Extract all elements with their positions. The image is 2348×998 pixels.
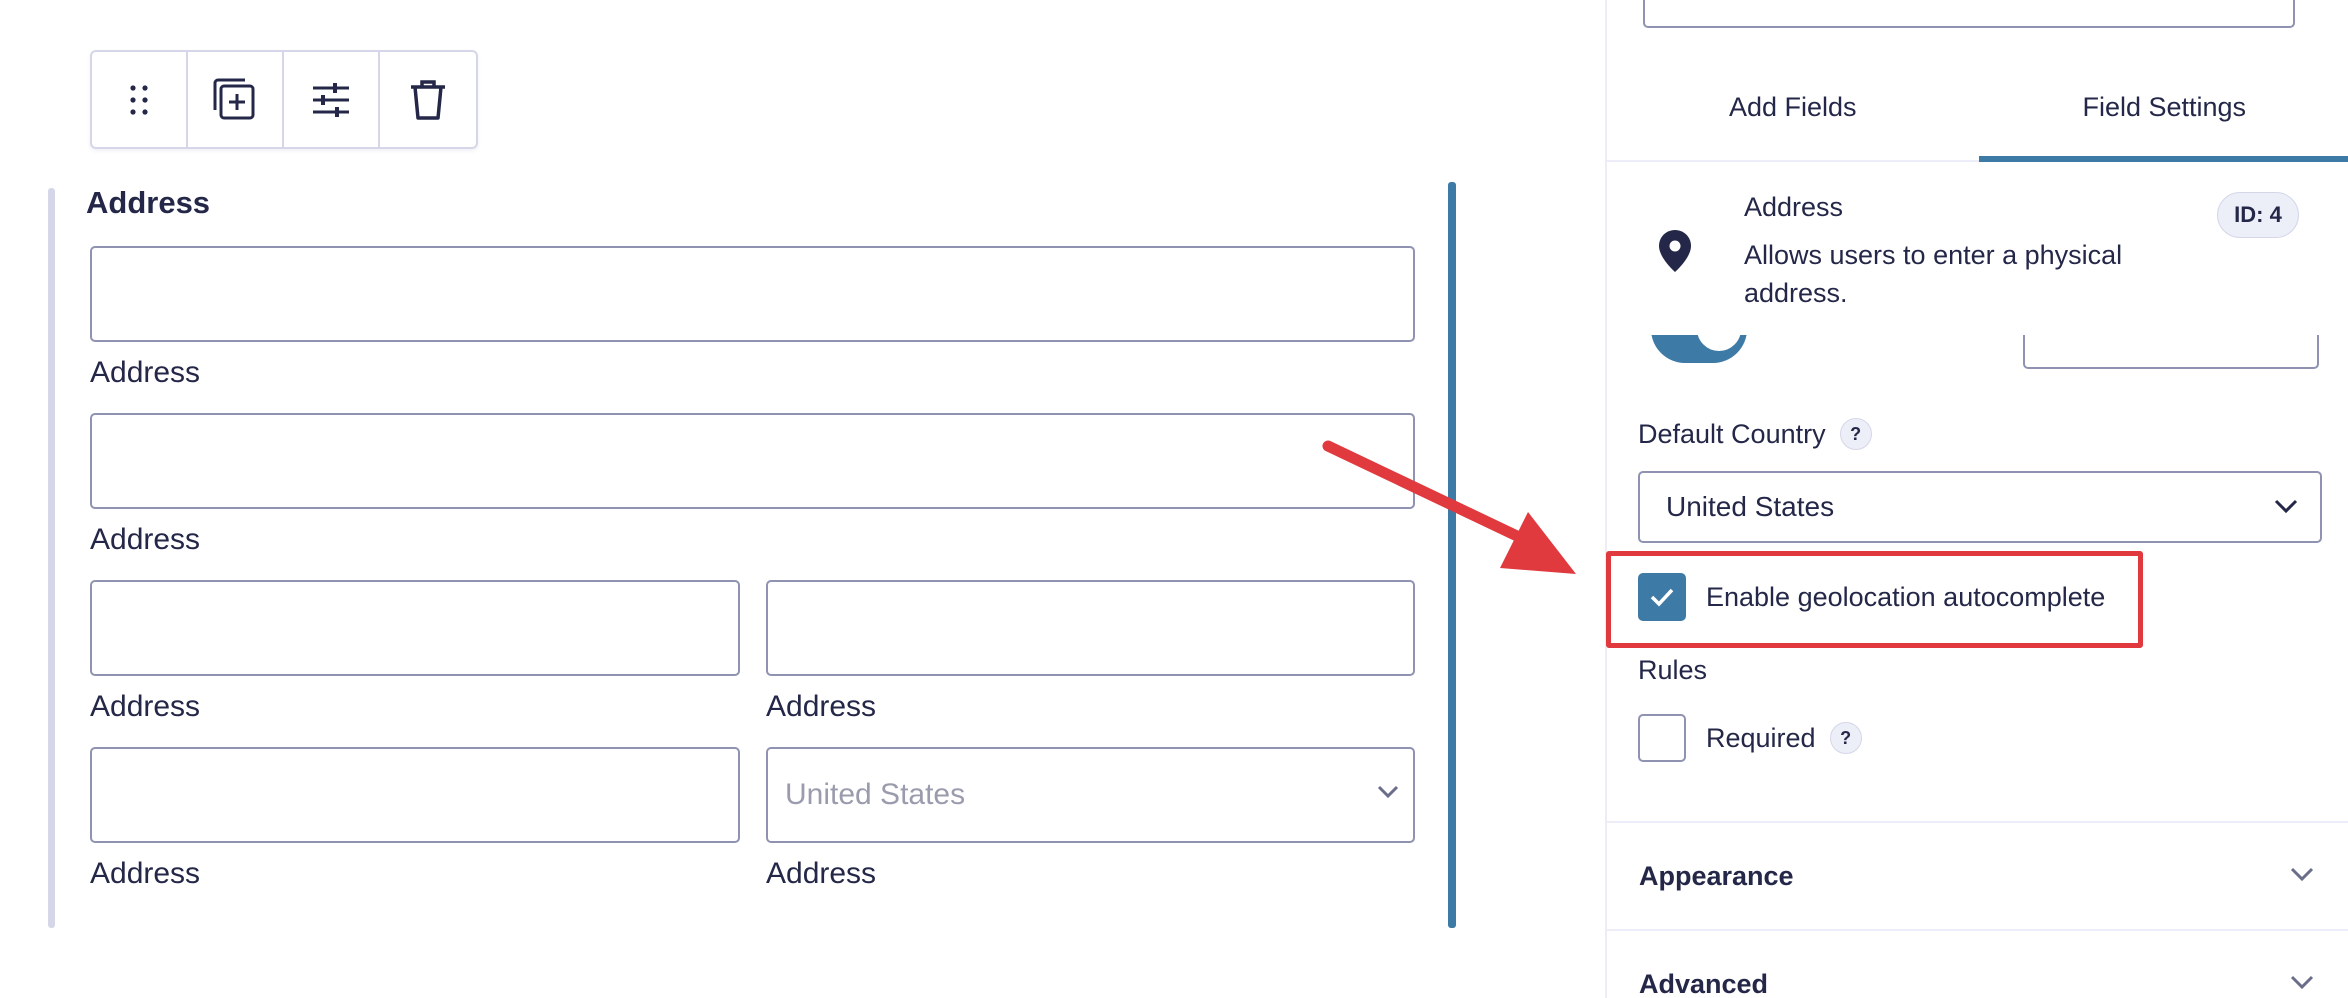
drag-button[interactable] [92,52,188,147]
field-id-badge: ID: 4 [2217,192,2299,238]
field-left-rail [48,188,55,928]
field-info: Address Allows users to enter a physical… [1607,180,2348,320]
state-input[interactable] [766,580,1415,676]
field-search-input[interactable] [1643,0,2295,28]
default-country-label: Default Country [1638,418,1826,449]
city-input[interactable] [90,580,740,676]
state-label: Address [766,690,877,723]
panel-tabs: Add Fields Field Settings [1607,70,2348,162]
partial-toggle[interactable] [1643,335,1747,365]
chevron-down-icon [2290,975,2314,990]
zip-input[interactable] [90,747,740,843]
required-row[interactable]: Required ? [1638,714,1862,762]
default-country-select[interactable]: United States [1638,471,2322,543]
address-line-2-input[interactable] [90,413,1415,509]
address-line-1-input[interactable] [90,246,1415,342]
field-type-title: Address [1744,192,1844,222]
section-advanced[interactable]: Advanced [1607,929,2348,998]
field-type-description: Allows users to enter a physical address… [1744,240,2123,308]
required-label: Required [1706,722,1816,753]
chevron-down-icon [1377,785,1399,799]
chevron-down-icon [2290,867,2314,882]
default-country-value: United States [1666,491,1835,522]
country-select-preview[interactable]: United States [766,747,1415,843]
zip-label: Address [90,857,201,890]
trash-icon [410,79,445,120]
tab-add-fields[interactable]: Add Fields [1607,70,1979,160]
default-country-help-icon[interactable]: ? [1839,418,1872,450]
address-line-1-label: Address [90,356,201,389]
address-line-2-label: Address [90,523,201,556]
tab-field-settings[interactable]: Field Settings [1978,70,2348,162]
sliders-icon [313,82,349,117]
required-checkbox[interactable] [1638,714,1686,762]
field-toolbar [90,50,478,149]
required-help-icon[interactable]: ? [1829,722,1862,754]
duplicate-button[interactable] [188,52,284,147]
map-pin-icon [1659,230,1691,272]
partial-input[interactable] [2023,335,2319,369]
chevron-down-icon [2274,499,2298,514]
section-appearance[interactable]: Appearance [1607,821,2348,929]
callout-arrow [1322,440,1576,574]
settings-panel: Add Fields Field Settings Address Allows… [1605,0,2348,998]
geolocation-highlight-box [1606,551,2143,648]
field-title: Address [86,185,211,220]
country-label: Address [766,857,877,890]
settings-button[interactable] [284,52,380,147]
section-appearance-label: Appearance [1639,860,1794,891]
duplicate-icon [213,78,255,119]
rules-label: Rules [1638,655,1708,685]
section-advanced-label: Advanced [1639,968,1769,998]
delete-button[interactable] [380,52,476,147]
drag-handle-icon [130,84,148,115]
default-country-label-row: Default Country ? [1638,418,1872,450]
country-placeholder: United States [785,778,966,811]
city-label: Address [90,690,201,723]
